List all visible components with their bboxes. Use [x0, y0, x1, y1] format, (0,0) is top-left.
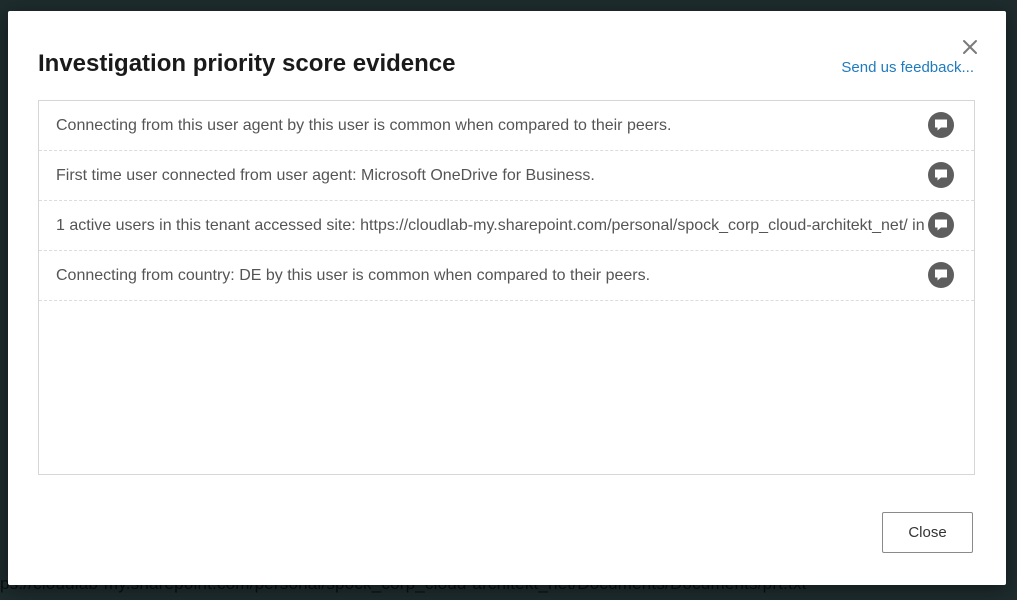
evidence-item: First time user connected from user agen…: [39, 151, 974, 201]
close-button[interactable]: Close: [882, 512, 973, 553]
send-feedback-link[interactable]: Send us feedback...: [841, 59, 974, 76]
evidence-item-text: Connecting from country: DE by this user…: [56, 267, 651, 284]
close-icon[interactable]: [960, 37, 980, 57]
comment-icon[interactable]: [928, 162, 954, 188]
dialog-title: Investigation priority score evidence: [38, 50, 456, 77]
evidence-item: Connecting from country: DE by this user…: [39, 251, 974, 301]
evidence-dialog: Investigation priority score evidence Se…: [8, 11, 1006, 585]
comment-icon[interactable]: [928, 262, 954, 288]
evidence-item: Connecting from this user agent by this …: [39, 101, 974, 151]
comment-icon[interactable]: [928, 112, 954, 138]
comment-icon[interactable]: [928, 212, 954, 238]
evidence-item-text: Connecting from this user agent by this …: [56, 117, 672, 134]
evidence-list: Connecting from this user agent by this …: [38, 100, 975, 475]
evidence-item-text: 1 active users in this tenant accessed s…: [56, 217, 928, 234]
evidence-item-text: First time user connected from user agen…: [56, 167, 595, 184]
evidence-item: 1 active users in this tenant accessed s…: [39, 201, 974, 251]
